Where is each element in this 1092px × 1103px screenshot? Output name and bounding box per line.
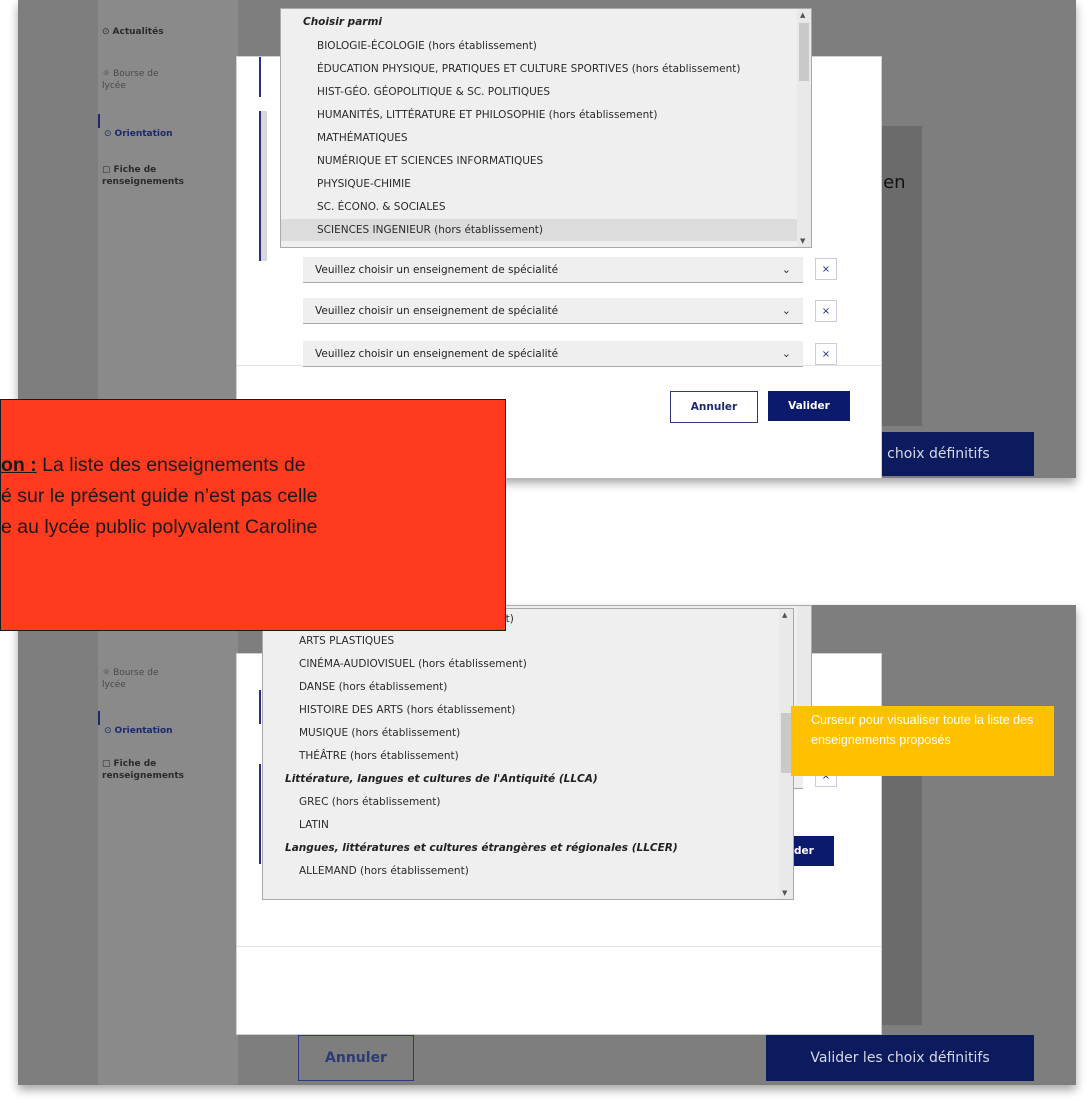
list-option[interactable]: GREC (hors établissement) xyxy=(263,791,779,813)
sidebar-item-orientation[interactable]: ⊙ Orientation xyxy=(104,713,173,737)
list-option[interactable]: ARTS PLASTIQUES xyxy=(263,630,779,652)
chevron-down-icon: ⌄ xyxy=(781,347,791,360)
compass-icon: ⊙ xyxy=(104,726,112,736)
list-option[interactable]: MUSIQUE (hors établissement) xyxy=(263,722,779,744)
chevron-down-icon: ⌄ xyxy=(781,304,791,317)
bourse-icon: ☼ xyxy=(102,668,111,678)
compass-icon: ⊙ xyxy=(104,129,112,139)
modal-accent-bar xyxy=(259,57,261,97)
scrollbar-thumb[interactable] xyxy=(799,23,809,81)
scroll-down-icon[interactable]: ▼ xyxy=(782,889,787,897)
sidebar: ☼ Bourse de lycée ⊙ Orientation ▢ Fiche de … xyxy=(98,605,238,1085)
list-option[interactable]: ALLEMAND (hors établissement) xyxy=(263,860,779,882)
valider-button[interactable]: Valider xyxy=(768,391,850,421)
list-option[interactable]: LATIN xyxy=(263,814,779,836)
modal-accent-bar xyxy=(259,690,261,724)
specialite-select-3[interactable]: Veuillez choisir un enseignement de spéc… xyxy=(303,341,803,367)
sidebar-item-actualites[interactable]: ⊙ Actualités xyxy=(102,14,164,38)
active-indicator xyxy=(98,114,100,128)
news-icon: ⊙ xyxy=(102,27,110,37)
annuler-button[interactable]: Annuler xyxy=(670,391,758,423)
modal-section xyxy=(261,111,267,261)
scroll-up-icon[interactable]: ▲ xyxy=(782,611,787,619)
list-option[interactable]: BIOLOGIE-ÉCOLOGIE (hors établissement) xyxy=(281,35,797,57)
list-option[interactable]: HUMANITÉS, LITTÉRATURE ET PHILOSOPHIE (h… xyxy=(281,104,797,126)
warning-note: on : La liste des enseignements de é sur… xyxy=(0,399,506,631)
modal-accent-bar xyxy=(259,764,261,864)
sidebar-item-bourse[interactable]: ☼ Bourse de lycée xyxy=(102,655,159,691)
list-option[interactable]: THÉÂTRE (hors établissement) xyxy=(263,745,779,767)
sidebar-item-fiche[interactable]: ▢ Fiche de renseignements xyxy=(102,152,184,188)
list-option[interactable]: HIST-GÉO. GÉOPOLITIQUE & SC. POLITIQUES xyxy=(281,81,797,103)
scroll-down-icon[interactable]: ▼ xyxy=(800,237,805,245)
remove-button[interactable]: × xyxy=(815,258,837,280)
remove-button[interactable]: × xyxy=(815,300,837,322)
document-icon: ▢ xyxy=(102,759,111,769)
scroll-up-icon[interactable]: ▲ xyxy=(800,11,805,19)
sidebar-item-fiche[interactable]: ▢ Fiche de renseignements xyxy=(102,746,184,782)
warning-line-2: é sur le présent guide n’est pas celle xyxy=(1,485,318,507)
list-option[interactable]: ÉDUCATION PHYSIQUE, PRATIQUES ET CULTURE… xyxy=(281,58,797,80)
document-icon: ▢ xyxy=(102,165,111,175)
warning-label: on : xyxy=(1,454,37,476)
background-annuler-button[interactable]: Annuler xyxy=(298,1035,414,1081)
warning-line-3: e au lycée public polyvalent Caroline xyxy=(1,516,318,538)
specialite-select-2[interactable]: Veuillez choisir un enseignement de spéc… xyxy=(303,298,803,324)
list-option-highlighted[interactable]: SCIENCES INGENIEUR (hors établissement) xyxy=(281,219,797,241)
list-option[interactable]: PHYSIQUE-CHIMIE xyxy=(281,173,797,195)
valider-choix-definitifs-button[interactable]: Valider les choix définitifs xyxy=(766,1035,1034,1081)
list-option[interactable]: MATHÉMATIQUES xyxy=(281,127,797,149)
specialite-dropdown-list-expanded[interactable]: nt) ARTS PLASTIQUES CINÉMA-AUDIOVISUEL (… xyxy=(262,608,794,900)
scrollbar-thumb[interactable] xyxy=(781,713,791,773)
list-group-header: Littérature, langues et cultures de l'An… xyxy=(285,773,598,785)
chevron-down-icon: ⌄ xyxy=(781,263,791,276)
specialite-select-1[interactable]: Veuillez choisir un enseignement de spéc… xyxy=(303,257,803,283)
remove-button[interactable]: × xyxy=(815,343,837,365)
modal-divider xyxy=(237,946,881,947)
sidebar-item-bourse[interactable]: ☼ Bourse de lycée xyxy=(102,56,159,92)
specialite-dropdown-list[interactable]: Choisir parmi BIOLOGIE-ÉCOLOGIE (hors ét… xyxy=(280,8,812,248)
list-option[interactable]: CINÉMA-AUDIOVISUEL (hors établissement) xyxy=(263,653,779,675)
list-option[interactable]: SC. ÉCONO. & SOCIALES xyxy=(281,196,797,218)
dropdown-scrollbar[interactable]: ▲ ▼ xyxy=(797,9,811,247)
dropdown-scrollbar[interactable] xyxy=(797,606,811,709)
list-option[interactable]: DANSE (hors établissement) xyxy=(263,676,779,698)
list-option[interactable]: HISTOIRE DES ARTS (hors établissement) xyxy=(263,699,779,721)
active-indicator xyxy=(98,711,100,725)
scrollbar-hint-note: Curseur pour visualiser toute la liste d… xyxy=(791,706,1054,776)
list-option[interactable]: NUMÉRIQUE ET SCIENCES INFORMATIQUES xyxy=(281,150,797,172)
bourse-icon: ☼ xyxy=(102,69,111,79)
list-group-header: Choisir parmi xyxy=(303,16,382,28)
list-group-header: Langues, littératures et cultures étrang… xyxy=(285,842,678,854)
warning-line-1: La liste des enseignements de xyxy=(36,454,306,476)
sidebar-item-orientation[interactable]: ⊙ Orientation xyxy=(104,116,173,140)
